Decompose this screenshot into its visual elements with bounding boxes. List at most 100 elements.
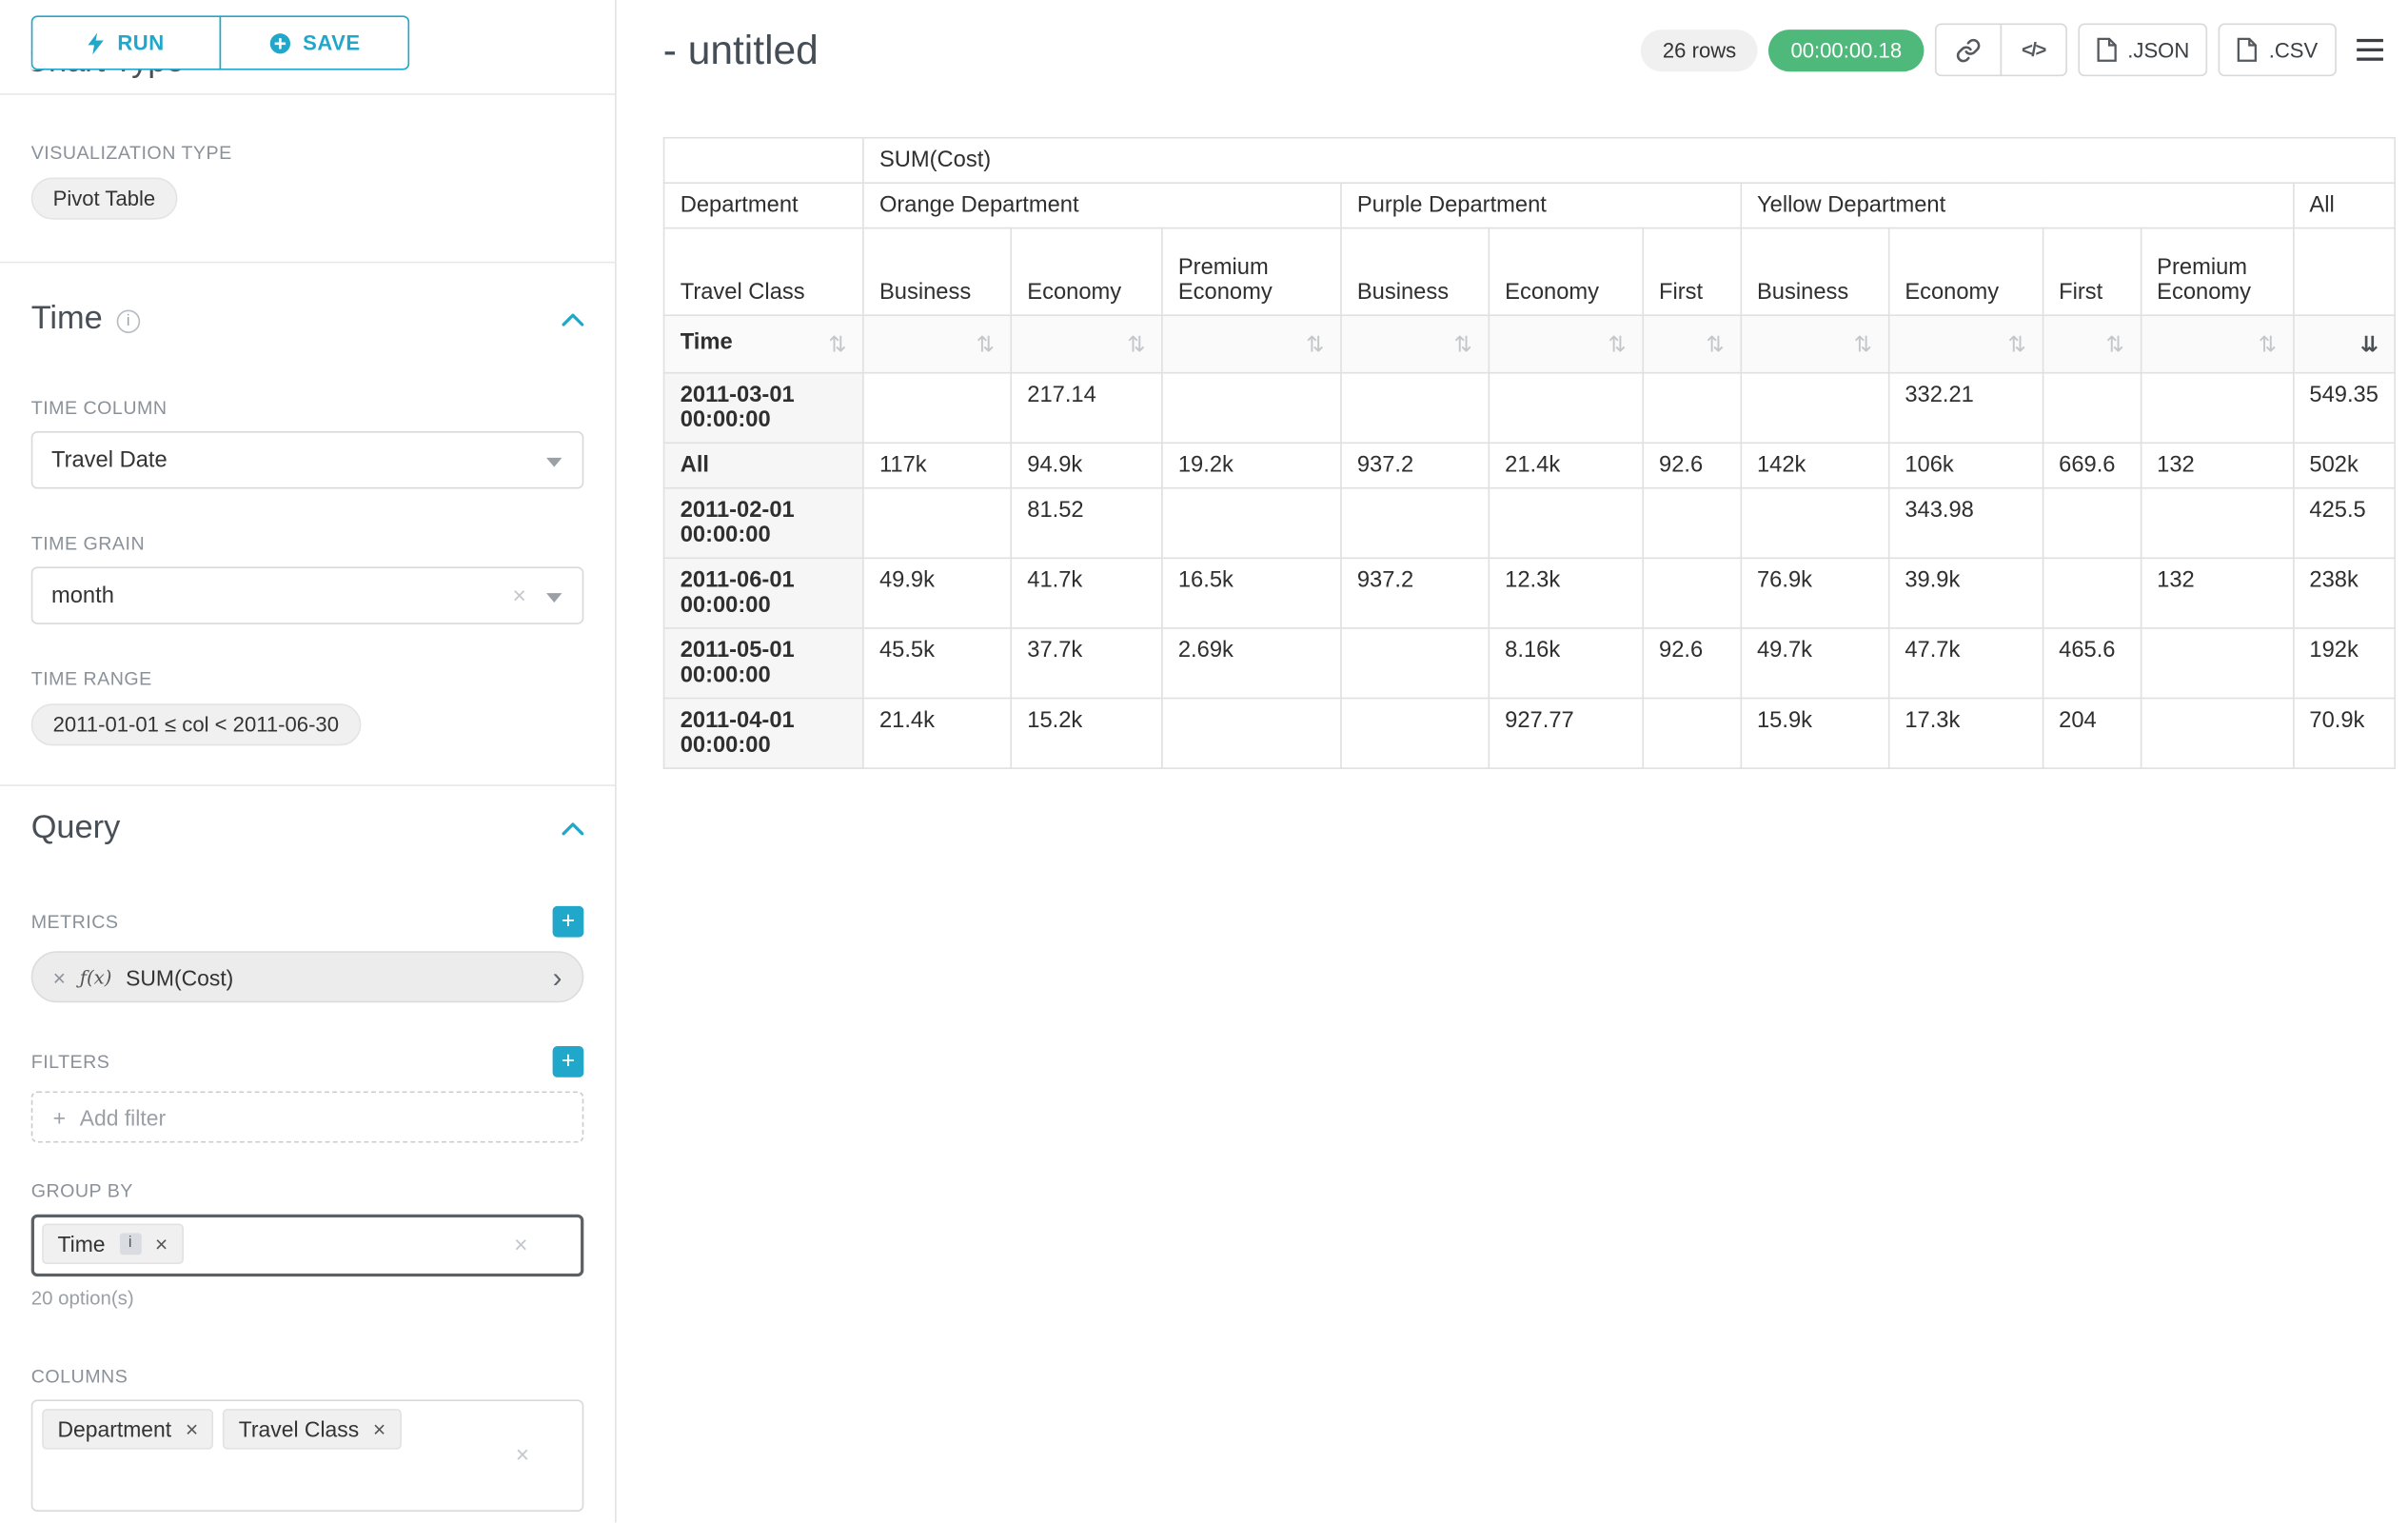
group-by-select[interactable]: Time i × × (31, 1215, 584, 1276)
sort-icon[interactable]: ⇅ (2008, 330, 2026, 359)
remove-tag-icon[interactable]: × (155, 1232, 168, 1256)
sort-icon[interactable]: ⇅ (2106, 330, 2124, 359)
column-header-cell: Premium Economy (1162, 228, 1341, 316)
export-csv-button[interactable]: .CSV (2219, 24, 2337, 77)
value-cell: 12.3k (1489, 558, 1643, 628)
sort-icon[interactable]: ⇅ (2259, 330, 2277, 359)
row-header-cell: 2011-06-01 00:00:00 (664, 558, 863, 628)
sort-cell[interactable]: ⇅ (1888, 315, 2043, 373)
row-header-cell: 2011-04-01 00:00:00 (664, 699, 863, 769)
sort-cell[interactable]: ⇊ (2293, 315, 2395, 373)
time-grain-select[interactable]: month × (31, 566, 584, 624)
time-range-pill[interactable]: 2011-01-01 ≤ col < 2011-06-30 (31, 703, 361, 745)
value-cell: 132 (2141, 443, 2293, 487)
sort-cell[interactable]: ⇅ (1162, 315, 1341, 373)
copy-link-button[interactable] (1934, 24, 2001, 77)
time-column-select[interactable]: Travel Date (31, 431, 584, 489)
value-cell: 192k (2293, 628, 2395, 699)
export-json-button[interactable]: .JSON (2078, 24, 2208, 77)
info-icon: i (116, 309, 140, 333)
value-cell (1341, 628, 1489, 699)
sort-cell[interactable]: ⇅ (1489, 315, 1643, 373)
divider (0, 262, 615, 264)
chart-header: - untitled 26 rows 00:00:00.18 </> (663, 22, 2396, 78)
sort-cell[interactable]: ⇅ (1341, 315, 1489, 373)
group-by-label: GROUP BY (31, 1180, 584, 1202)
add-filter-label: Add filter (80, 1104, 166, 1129)
tag-label: Department (58, 1416, 172, 1441)
pivot-table-container: SUM(Cost)DepartmentOrange DepartmentPurp… (663, 137, 2396, 769)
sort-cell[interactable]: ⇅ (2043, 315, 2141, 373)
column-header-cell: First (1643, 228, 1741, 316)
divider (0, 93, 615, 95)
value-cell: 15.9k (1741, 699, 1888, 769)
sort-desc-icon[interactable]: ⇊ (2360, 330, 2378, 359)
table-row: All117k94.9k19.2k937.221.4k92.6142k106k6… (664, 443, 2396, 487)
group-by-options-hint: 20 option(s) (31, 1288, 584, 1310)
sort-icon[interactable]: ⇅ (1127, 330, 1145, 359)
value-cell: 92.6 (1643, 443, 1741, 487)
sort-icon[interactable]: ⇅ (1608, 330, 1626, 359)
metrics-label: METRICS (31, 911, 119, 933)
add-filter-plus-button[interactable]: + (553, 1046, 584, 1078)
group-by-tag[interactable]: Time i × (42, 1224, 183, 1265)
sort-icon[interactable]: ⇅ (1306, 330, 1324, 359)
row-header-cell: 2011-03-01 00:00:00 (664, 373, 863, 444)
value-cell (1643, 699, 1741, 769)
sort-icon[interactable]: ⇅ (1706, 330, 1724, 359)
sort-cell[interactable]: ⇅ (863, 315, 1011, 373)
time-range-label: TIME RANGE (31, 668, 584, 690)
value-cell: 937.2 (1341, 443, 1489, 487)
columns-tag[interactable]: Travel Class × (223, 1409, 401, 1450)
file-icon (2238, 37, 2258, 62)
caret-down-icon (546, 457, 562, 466)
visualization-type-pill[interactable]: Pivot Table (31, 177, 177, 219)
value-cell: 70.9k (2293, 699, 2395, 769)
remove-tag-icon[interactable]: × (186, 1416, 198, 1441)
add-metric-button[interactable]: + (553, 906, 584, 938)
value-cell (1162, 373, 1341, 444)
run-button[interactable]: RUN (31, 15, 222, 69)
column-header-cell: Business (1741, 228, 1888, 316)
query-timer-badge: 00:00:00.18 (1769, 29, 1924, 70)
clear-icon[interactable]: × (516, 1442, 529, 1469)
sort-cell[interactable]: ⇅ (1011, 315, 1162, 373)
plus-icon: + (53, 1104, 66, 1129)
clear-icon[interactable]: × (514, 1232, 527, 1258)
sort-icon[interactable]: ⇅ (977, 330, 995, 359)
columns-label: COLUMNS (31, 1365, 584, 1387)
columns-tag[interactable]: Department × (42, 1409, 213, 1450)
sort-icon[interactable]: ⇅ (1854, 330, 1872, 359)
value-cell (1741, 373, 1888, 444)
more-options-button[interactable] (2347, 30, 2396, 70)
value-cell (1341, 699, 1489, 769)
sort-cell[interactable]: ⇅ (1741, 315, 1888, 373)
value-cell: 92.6 (1643, 628, 1741, 699)
add-filter-button[interactable]: + Add filter (31, 1091, 584, 1142)
chevron-up-icon[interactable] (562, 821, 583, 836)
value-cell: 81.52 (1011, 488, 1162, 559)
pivot-table: SUM(Cost)DepartmentOrange DepartmentPurp… (663, 137, 2396, 769)
columns-select[interactable]: Department × Travel Class × × (31, 1399, 584, 1512)
column-header-cell: First (2043, 228, 2141, 316)
chevron-up-icon[interactable] (562, 312, 583, 326)
clear-icon[interactable]: × (512, 583, 525, 609)
table-row: 2011-04-01 00:00:0021.4k15.2k927.7715.9k… (664, 699, 2396, 769)
save-button[interactable]: SAVE (220, 15, 410, 69)
value-cell: 669.6 (2043, 443, 2141, 487)
column-header-cell: Economy (1011, 228, 1162, 316)
value-cell (1489, 488, 1643, 559)
value-cell: 41.7k (1011, 558, 1162, 628)
sort-cell[interactable]: ⇅ (1643, 315, 1741, 373)
remove-tag-icon[interactable]: × (373, 1416, 385, 1441)
metric-chip[interactable]: × ƒ(x) SUM(Cost) › (31, 951, 584, 1002)
value-cell: 94.9k (1011, 443, 1162, 487)
value-cell (1341, 488, 1489, 559)
plus-circle-icon (268, 32, 290, 54)
value-cell (2141, 488, 2293, 559)
sort-icon[interactable]: ⇅ (828, 330, 846, 359)
sort-icon[interactable]: ⇅ (1454, 330, 1472, 359)
remove-metric-icon[interactable]: × (53, 964, 66, 989)
embed-code-button[interactable]: </> (2000, 24, 2066, 77)
sort-cell[interactable]: ⇅ (2141, 315, 2293, 373)
